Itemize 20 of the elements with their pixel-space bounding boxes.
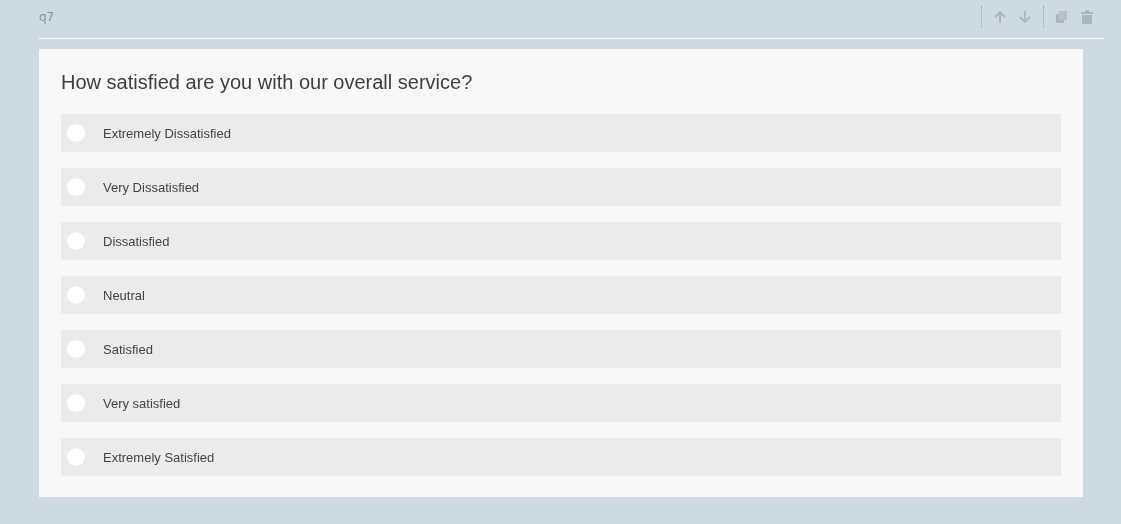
option-label: Extremely Satisfied bbox=[103, 449, 215, 465]
question-title: How satisfied are you with our overall service? bbox=[61, 71, 474, 94]
question-id: q7 bbox=[39, 10, 55, 24]
answer-option[interactable]: Neutral bbox=[61, 276, 1061, 314]
answer-option[interactable]: Extremely Satisfied bbox=[61, 438, 1061, 476]
arrow-down-icon[interactable] bbox=[1018, 10, 1032, 24]
copy-icon[interactable] bbox=[1055, 10, 1069, 24]
answer-option[interactable]: Very Dissatisfied bbox=[61, 168, 1061, 206]
answer-option[interactable]: Dissatisfied bbox=[61, 222, 1061, 260]
trash-icon[interactable] bbox=[1080, 10, 1094, 24]
option-label: Dissatisfied bbox=[103, 233, 170, 249]
option-label: Extremely Dissatisfied bbox=[103, 125, 231, 141]
answer-option[interactable]: Satisfied bbox=[61, 330, 1061, 368]
option-label: Very satisfied bbox=[103, 395, 181, 411]
answer-option[interactable]: Very satisfied bbox=[61, 384, 1061, 422]
option-label: Neutral bbox=[103, 287, 145, 303]
option-label: Very Dissatisfied bbox=[103, 179, 200, 195]
arrow-up-icon[interactable] bbox=[993, 10, 1007, 24]
option-label: Satisfied bbox=[103, 341, 153, 357]
answer-option[interactable]: Extremely Dissatisfied bbox=[61, 114, 1061, 152]
